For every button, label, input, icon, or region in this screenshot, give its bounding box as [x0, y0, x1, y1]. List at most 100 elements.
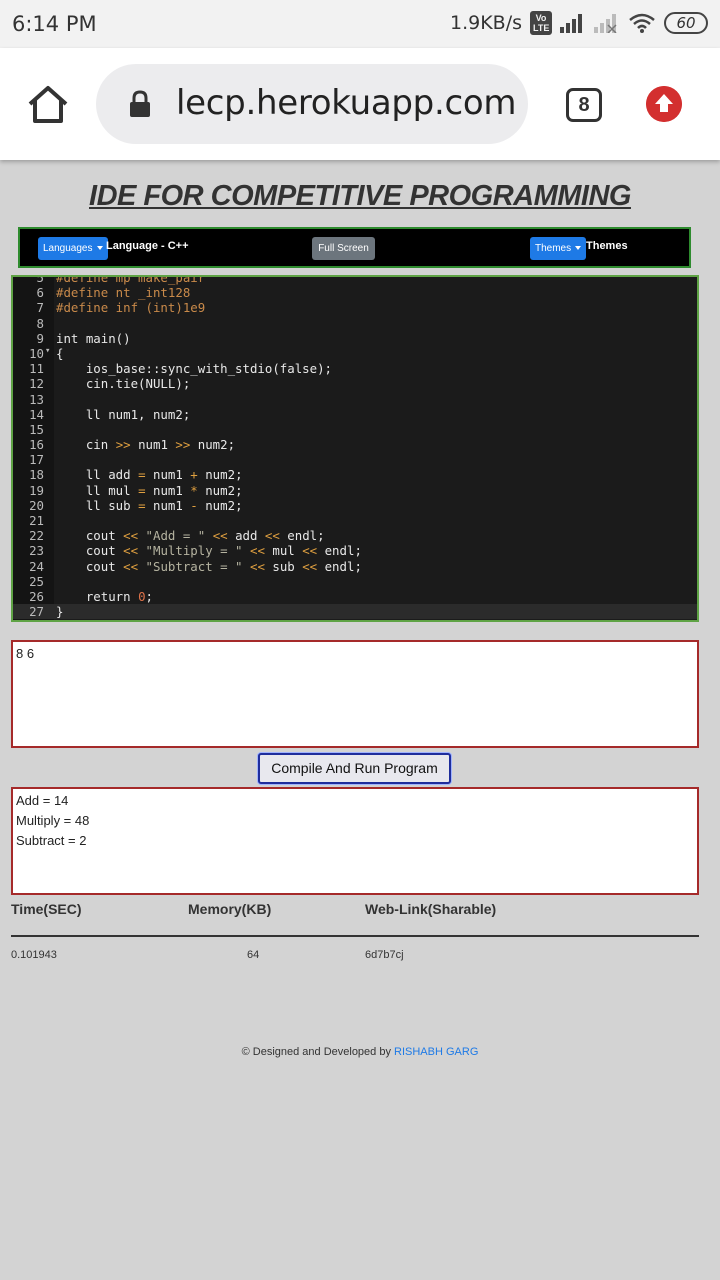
line-number: 12 [29, 376, 44, 392]
network-speed: 1.9KB/s [449, 12, 522, 34]
stats-divider [11, 935, 699, 937]
weblink-header: Web-Link(Sharable) [365, 901, 497, 917]
fullscreen-button[interactable]: Full Screen [312, 237, 375, 260]
code-text: ll sub = num1 - num2; [56, 497, 243, 513]
code-line[interactable]: 17 [13, 452, 697, 467]
code-text: cin.tie(NULL); [56, 376, 191, 392]
code-line[interactable]: 9 int main() [13, 331, 697, 346]
line-number: 7 [36, 300, 44, 316]
code-text: return 0; [56, 588, 153, 604]
line-number: 6 [36, 285, 44, 301]
code-line[interactable]: 11 ios_base::sync_with_stdio(false); [13, 361, 697, 376]
browser-toolbar: lecp.herokuapp.com 8 [0, 48, 720, 160]
code-line[interactable]: 25 [13, 574, 697, 589]
time-value: 0.101943 [11, 949, 57, 961]
stdin-input[interactable]: 8 6 [11, 640, 699, 748]
code-line[interactable]: 5 #define mp make_pair [13, 275, 697, 285]
footer-text: © Designed and Developed by [241, 1046, 391, 1058]
code-line[interactable]: 24 cout << "Subtract = " << sub << endl; [13, 559, 697, 574]
tabs-icon[interactable]: 8 [566, 88, 602, 122]
code-text: { [56, 345, 64, 361]
code-lines[interactable]: 5 #define mp make_pair 6 #define nt _int128… [13, 275, 697, 620]
code-text: cout << "Subtract = " << sub << endl; [56, 558, 362, 574]
code-line[interactable]: 7 #define inf (int)1e9 [13, 300, 697, 315]
line-number: 10 [29, 345, 44, 361]
code-line[interactable]: 21 [13, 513, 697, 528]
line-number: 26 [29, 588, 44, 604]
address-bar[interactable]: lecp.herokuapp.com [96, 64, 528, 144]
line-number: 11 [29, 361, 44, 377]
code-text: #define nt _int128 [56, 285, 191, 301]
code-line[interactable]: 22 cout << "Add = " << add << endl; [13, 528, 697, 543]
lock-icon [130, 90, 150, 117]
code-line[interactable]: 8 [13, 316, 697, 331]
themes-button-label: Themes [535, 243, 572, 254]
line-number: 9 [36, 330, 44, 346]
code-text: ll add = num1 + num2; [56, 467, 243, 483]
program-output: Add = 14 Multiply = 48 Subtract = 2 [11, 787, 699, 895]
language-label: Language - C++ [106, 240, 189, 252]
code-text: cin >> num1 >> num2; [56, 437, 236, 453]
code-line[interactable]: 14 ll num1, num2; [13, 407, 697, 422]
output-line: Subtract = 2 [16, 833, 87, 848]
line-number: 25 [29, 573, 44, 589]
code-text: } [56, 604, 64, 620]
output-line: Add = 14 [16, 793, 69, 808]
code-line[interactable]: 12 cin.tie(NULL); [13, 376, 697, 391]
code-line[interactable]: 16 cin >> num1 >> num2; [13, 437, 697, 452]
code-line[interactable]: 26 return 0; [13, 589, 697, 604]
line-number: 17 [29, 452, 44, 468]
code-line[interactable]: 15 [13, 422, 697, 437]
languages-button-label: Languages [43, 243, 93, 254]
line-number: 16 [29, 437, 44, 453]
code-text: ios_base::sync_with_stdio(false); [56, 361, 333, 377]
page-title: IDE FOR COMPETITIVE PROGRAMMING [89, 180, 631, 212]
code-line[interactable]: 27} [13, 604, 697, 620]
line-number: 23 [29, 543, 44, 559]
compile-run-button[interactable]: Compile And Run Program [258, 753, 451, 784]
code-line[interactable]: 18 ll add = num1 + num2; [13, 467, 697, 482]
signal-weak-icon [594, 14, 617, 33]
code-text: ll num1, num2; [56, 406, 191, 422]
ide-toolbar: Languages Language - C++ Full Screen The… [18, 227, 691, 268]
languages-dropdown-button[interactable]: Languages [38, 237, 108, 260]
code-line[interactable]: 19 ll mul = num1 * num2; [13, 483, 697, 498]
line-number: 18 [29, 467, 44, 483]
upload-icon[interactable] [646, 86, 682, 122]
line-number: 21 [29, 513, 44, 528]
code-line[interactable]: 6 #define nt _int128 [13, 285, 697, 300]
code-editor[interactable]: 5 #define mp make_pair 6 #define nt _int128… [11, 275, 699, 622]
memory-header: Memory(KB) [188, 901, 272, 917]
code-text: cout << "Add = " << add << endl; [56, 528, 325, 544]
code-text: #define inf (int)1e9 [56, 300, 206, 316]
themes-dropdown-button[interactable]: Themes [530, 237, 587, 260]
url-text[interactable]: lecp.herokuapp.com [176, 83, 516, 123]
line-number: 15 [29, 421, 44, 437]
weblink-value[interactable]: 6d7b7cj [365, 949, 404, 961]
output-line: Multiply = 48 [16, 813, 90, 828]
caret-down-icon [575, 246, 582, 251]
code-line[interactable]: 20 ll sub = num1 - num2; [13, 498, 697, 513]
status-time: 6:14 PM [12, 12, 97, 36]
line-number: 5 [36, 275, 44, 285]
time-header: Time(SEC) [11, 901, 82, 917]
line-number: 27 [29, 604, 44, 620]
fold-arrow-icon[interactable]: ▾ [45, 346, 50, 356]
line-number: 22 [29, 528, 44, 544]
wifi-icon [629, 13, 655, 33]
signal-icon [560, 14, 582, 33]
code-line[interactable]: 13 [13, 392, 697, 407]
memory-value: 64 [247, 949, 260, 961]
line-number: 24 [29, 558, 44, 574]
volte-badge: Vo LTE [530, 11, 552, 35]
home-icon[interactable] [26, 84, 70, 124]
author-link[interactable]: RISHABH GARG [394, 1046, 478, 1058]
code-text: cout << "Multiply = " << mul << endl; [56, 543, 362, 559]
code-text: int main() [56, 330, 131, 346]
line-number: 19 [29, 482, 44, 498]
line-number: 13 [29, 391, 44, 407]
line-number: 8 [36, 315, 44, 331]
code-line[interactable]: 10 ▾ { [13, 346, 697, 361]
code-line[interactable]: 23 cout << "Multiply = " << mul << endl; [13, 543, 697, 558]
battery-icon: 60 [664, 12, 708, 34]
